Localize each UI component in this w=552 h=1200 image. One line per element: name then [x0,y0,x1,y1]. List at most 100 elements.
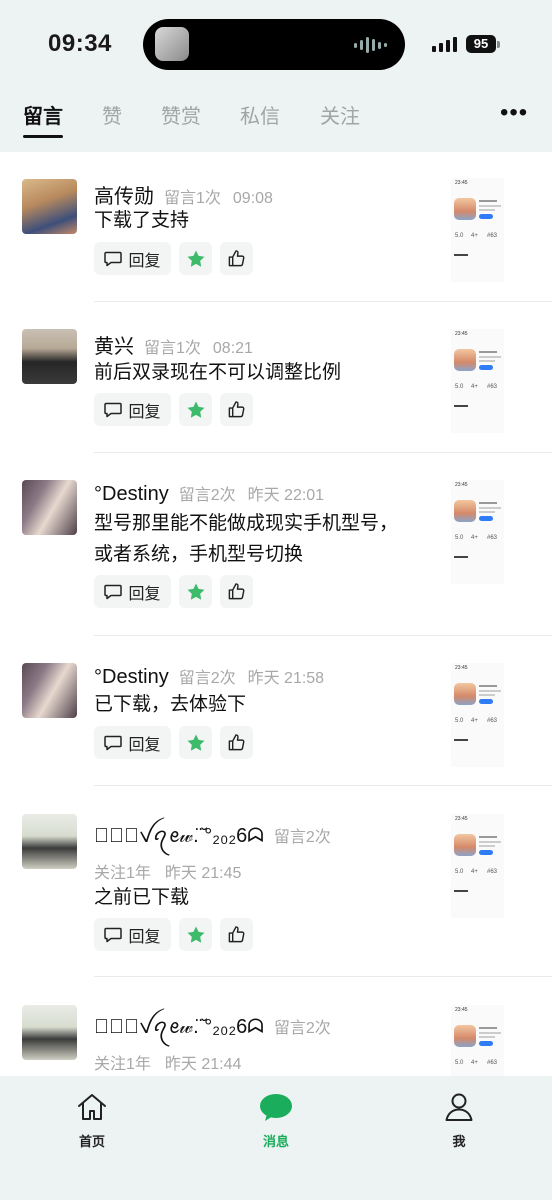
chat-bubble-icon [260,1094,292,1121]
like-button[interactable] [220,726,253,759]
thumbs-up-icon [228,926,245,943]
comment-time: 昨天 21:58 [247,670,325,687]
avatar[interactable] [22,663,77,718]
feature-button[interactable] [179,918,212,951]
star-icon [187,250,204,267]
star-icon [187,926,204,943]
comment-icon [104,402,123,417]
tab-rewards[interactable]: 赞赏 [161,100,201,129]
avatar[interactable] [22,480,77,535]
commenter-name[interactable]: 黄兴 [94,336,134,358]
comment-actions: 回复 [94,393,253,426]
reply-label: 回复 [128,585,161,603]
comment-icon [104,584,123,599]
comment-text: 已下载，去体验下 [94,694,247,715]
like-button[interactable] [220,918,253,951]
reply-button[interactable]: 回复 [94,575,171,608]
tab-messages[interactable]: 留言 [23,100,63,129]
comment-text: 之前已下载 [94,887,190,908]
tab-likes[interactable]: 赞 [102,100,122,129]
follow-duration: 关注1年 [94,865,151,882]
bottom-nav: 首页 消息 我 [0,1076,552,1200]
comment-time: 昨天 21:45 [164,865,242,882]
signal-icon [432,37,457,52]
article-thumbnail[interactable]: 23:45 5.0 4+ #63 [451,814,504,918]
comment-icon [104,927,123,942]
nav-me[interactable]: 我 [419,1092,499,1150]
commenter-name[interactable]: ღ⃝⃘ꪜꪖꫀ𝓌.̈ ̆°₂₀₂6ᗣ [94,825,264,847]
more-dots-icon[interactable]: ••• [500,101,528,125]
commenter-name[interactable]: °Destiny [94,666,169,688]
dynamic-island[interactable] [143,19,405,70]
follow-info: 关注1年 昨天 21:44 [94,1050,241,1074]
comment-text: 前后双录现在不可以调整比例 [94,362,342,383]
divider [94,785,552,786]
nav-home[interactable]: 首页 [52,1092,132,1150]
thumbs-up-icon [228,401,245,418]
reply-label: 回复 [128,252,161,270]
message-header: ღ⃝⃘ꪜꪖꫀ𝓌.̈ ̆°₂₀₂6ᗣ 留言2次 [94,816,331,858]
comment-text: 型号那里能不能做成现实手机型号，或者系统，手机型号切换 [94,513,399,565]
message-list[interactable]: 高传勋留言1次09:08 下载了支持 回复 23:45 5.04+#63 [0,152,552,1076]
tab-active-indicator [23,135,63,138]
avatar[interactable] [22,179,77,234]
nav-me-label: 我 [452,1134,466,1149]
comment-time: 08:21 [212,340,253,357]
island-avatar [155,27,189,61]
comment-actions: 回复 [94,726,253,759]
reply-button[interactable]: 回复 [94,918,171,951]
battery-tip [497,41,500,48]
reply-label: 回复 [128,736,161,754]
reply-button[interactable]: 回复 [94,726,171,759]
article-thumbnail[interactable]: 23:45 5.0 4+ #63 [451,329,504,433]
star-icon [187,734,204,751]
follow-duration: 关注1年 [94,1056,151,1073]
feature-button[interactable] [179,242,212,275]
person-icon [445,1093,473,1121]
comment-icon [104,251,123,266]
thumbs-up-icon [228,734,245,751]
like-button[interactable] [220,242,253,275]
follow-info: 关注1年 昨天 21:45 [94,859,241,883]
message-header: ღ⃝⃘ꪜꪖꫀ𝓌.̈ ̆°₂₀₂6ᗣ 留言2次 [94,1007,331,1049]
comment-count: 留言2次 [178,670,236,687]
reply-button[interactable]: 回复 [94,242,171,275]
feature-button[interactable] [179,726,212,759]
feature-button[interactable] [179,575,212,608]
reply-button[interactable]: 回复 [94,393,171,426]
comment-actions: 回复 [94,575,253,608]
comment-actions: 回复 [94,242,253,275]
article-thumbnail[interactable]: 23:45 5.0 4+ #63 [451,178,504,282]
star-icon [187,401,204,418]
article-thumbnail[interactable]: 23:45 5.0 4+ #63 [451,1005,504,1076]
comment-time: 昨天 21:44 [164,1056,242,1073]
reply-label: 回复 [128,403,161,421]
article-thumbnail[interactable]: 23:45 5.0 4+ #63 [451,480,504,584]
message-header: °Destiny 留言2次 昨天 22:01 [94,481,324,506]
commenter-name[interactable]: ღ⃝⃘ꪜꪖꫀ𝓌.̈ ̆°₂₀₂6ᗣ [94,1016,264,1038]
star-icon [187,583,204,600]
comment-time: 昨天 22:01 [247,487,325,504]
avatar[interactable] [22,329,77,384]
commenter-name[interactable]: °Destiny [94,483,169,505]
tab-private-messages[interactable]: 私信 [240,100,280,129]
avatar[interactable] [22,814,77,869]
tab-bar: 留言 赞 赞赏 私信 关注 ••• [0,88,552,152]
battery-icon: 95 [466,35,496,53]
tab-follows[interactable]: 关注 [320,100,360,129]
comment-count: 留言2次 [178,487,236,504]
nav-messages[interactable]: 消息 [236,1092,316,1150]
thumbs-up-icon [228,583,245,600]
like-button[interactable] [220,575,253,608]
like-button[interactable] [220,393,253,426]
divider [94,976,552,977]
divider [94,452,552,453]
thumbs-up-icon [228,250,245,267]
comment-count: 留言2次 [273,829,331,846]
avatar[interactable] [22,1005,77,1060]
nav-home-label: 首页 [78,1134,105,1149]
feature-button[interactable] [179,393,212,426]
article-thumbnail[interactable]: 23:45 5.0 4+ #63 [451,663,504,767]
audio-wave-icon [354,37,387,53]
home-icon [78,1094,106,1120]
